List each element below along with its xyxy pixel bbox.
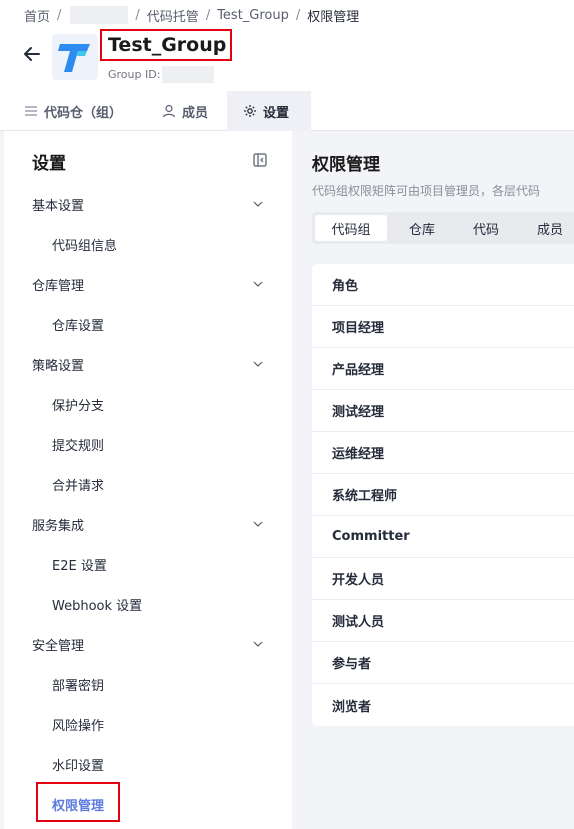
table-row: 运维经理	[312, 432, 574, 474]
menu-item-watermark-settings[interactable]: 水印设置	[52, 744, 104, 784]
menu-item-label: 仓库设置	[52, 318, 105, 334]
menu-item-label: E2E 设置	[52, 558, 107, 574]
menu-item-protected-branches[interactable]: 保护分支	[52, 384, 104, 424]
group-id: Group ID:	[108, 66, 215, 83]
sidebar-title: 设置	[32, 154, 66, 174]
scope-segmented-control: 代码组 仓库 代码 成员	[312, 212, 574, 244]
menu-item-label: 风险操作	[52, 718, 105, 734]
segment-repository[interactable]: 仓库	[390, 215, 454, 241]
menu-item-label: Webhook 设置	[52, 598, 143, 614]
tab-repos[interactable]: 代码仓（组）	[24, 91, 122, 131]
menu-item-label: 提交规则	[52, 438, 105, 454]
menu-item-label: 水印设置	[52, 758, 105, 774]
user-icon	[162, 104, 176, 118]
segment-code-group[interactable]: 代码组	[315, 215, 387, 241]
tab-label: 成员	[182, 105, 209, 121]
group-title: Test_Group	[108, 34, 227, 56]
breadcrumb-project-masked[interactable]	[70, 6, 129, 24]
menu-item-repo-settings[interactable]: 仓库设置	[52, 304, 104, 344]
menu-item-webhook-settings[interactable]: Webhook 设置	[52, 584, 142, 624]
tab-settings[interactable]: 设置	[227, 91, 311, 131]
menu-item-e2e-settings[interactable]: E2E 设置	[52, 544, 107, 584]
table-row: 系统工程师	[312, 474, 574, 516]
collapse-sidebar-icon[interactable]	[253, 152, 267, 167]
breadcrumb-code-hosting[interactable]: 代码托管	[147, 6, 199, 25]
menu-item-deploy-keys[interactable]: 部署密钥	[52, 664, 104, 704]
menu-service-integration[interactable]: 服务集成	[32, 504, 264, 544]
menu-label: 安全管理	[32, 638, 85, 654]
page-title: 权限管理	[312, 155, 380, 175]
breadcrumb-separator: /	[205, 7, 211, 23]
menu-repo-management[interactable]: 仓库管理	[32, 264, 264, 304]
menu-label: 服务集成	[32, 518, 85, 534]
table-row: Committer	[312, 516, 574, 558]
menu-item-label: 部署密钥	[52, 678, 105, 694]
settings-sidebar: 设置 基本设置 代码组信息 仓库管理 仓库设置 策略设置 保护分支 提交规则 合…	[4, 131, 292, 829]
chevron-down-icon	[253, 521, 263, 527]
permission-matrix-table: 角色 项目经理 产品经理 测试经理 运维经理 系统工程师 Committer 开…	[312, 264, 574, 726]
menu-label: 策略设置	[32, 358, 85, 374]
menu-label: 基本设置	[32, 198, 85, 214]
chevron-down-icon	[253, 281, 263, 287]
chevron-down-icon	[253, 361, 263, 367]
top-tabs: 代码仓（组） 成员 设置	[0, 91, 574, 131]
menu-item-label: 代码组信息	[52, 238, 118, 254]
list-icon	[24, 105, 38, 117]
table-row: 产品经理	[312, 348, 574, 390]
gear-icon	[243, 104, 257, 118]
table-header-role: 角色	[312, 264, 574, 306]
tab-label: 代码仓（组）	[44, 105, 123, 121]
tab-label: 设置	[263, 105, 290, 121]
page-description: 代码组权限矩阵可由项目管理员，各层代码	[312, 184, 541, 198]
menu-item-label: 合并请求	[52, 478, 105, 494]
menu-security-management[interactable]: 安全管理	[32, 624, 264, 664]
table-row: 开发人员	[312, 558, 574, 600]
table-row: 测试经理	[312, 390, 574, 432]
segment-members[interactable]: 成员	[518, 215, 574, 241]
menu-basic-settings[interactable]: 基本设置	[32, 184, 264, 224]
group-logo	[52, 34, 98, 80]
menu-item-commit-rules[interactable]: 提交规则	[52, 424, 104, 464]
table-row: 项目经理	[312, 306, 574, 348]
breadcrumb-group[interactable]: Test_Group	[217, 8, 289, 23]
breadcrumb-current: 权限管理	[307, 9, 360, 25]
table-row: 测试人员	[312, 600, 574, 642]
menu-item-label: 保护分支	[52, 398, 105, 414]
breadcrumb-home[interactable]: 首页	[24, 6, 50, 25]
menu-item-merge-requests[interactable]: 合并请求	[52, 464, 104, 504]
menu-item-group-info[interactable]: 代码组信息	[52, 224, 117, 264]
group-id-label: Group ID:	[108, 68, 161, 81]
back-arrow-icon[interactable]	[22, 44, 42, 64]
chevron-down-icon	[253, 641, 263, 647]
group-id-masked	[162, 66, 215, 83]
chevron-down-icon	[253, 201, 263, 207]
breadcrumb-separator: /	[135, 7, 140, 23]
table-row: 参与者	[312, 642, 574, 684]
table-row: 浏览者	[332, 699, 372, 715]
menu-policy-settings[interactable]: 策略设置	[32, 344, 264, 384]
menu-item-risky-operations[interactable]: 风险操作	[52, 704, 104, 744]
breadcrumb: 首页 / / 代码托管 / Test_Group / 权限管理	[24, 5, 359, 25]
breadcrumb-separator: /	[295, 7, 301, 23]
tab-members[interactable]: 成员	[162, 91, 208, 131]
active-item-highlight-box	[36, 782, 120, 822]
segment-code[interactable]: 代码	[454, 215, 518, 241]
breadcrumb-separator: /	[57, 7, 62, 23]
menu-label: 仓库管理	[32, 278, 85, 294]
